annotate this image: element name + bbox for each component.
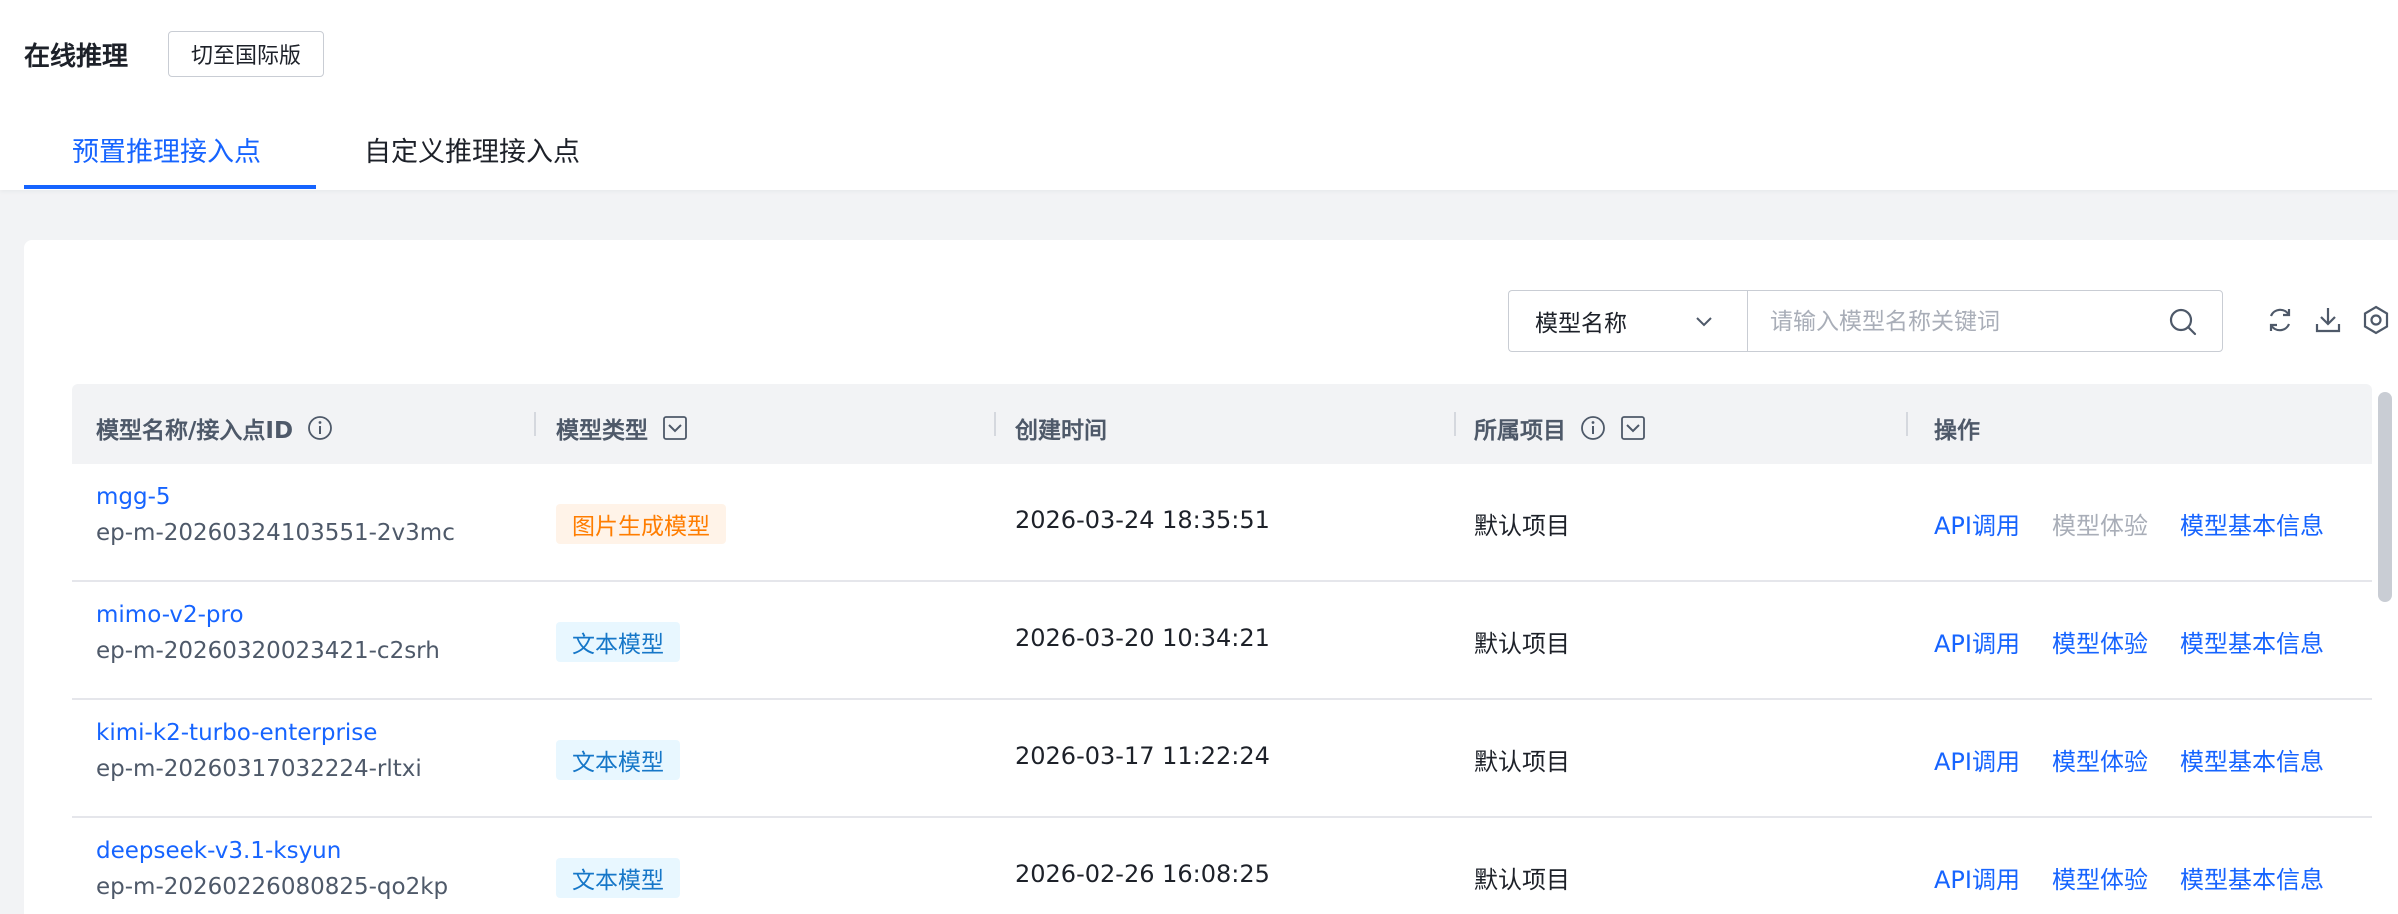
api-call-link[interactable]: API调用	[1934, 624, 2020, 659]
project-name: 默认项目	[1474, 748, 1570, 776]
info-icon[interactable]	[1580, 415, 1606, 441]
model-name-link[interactable]: mimo-v2-pro	[96, 602, 244, 628]
created-time: 2026-03-17 11:22:24	[1015, 742, 1270, 770]
table-header: 模型名称/接入点ID 模型类型 创建时间 所属项目 操作	[72, 384, 2372, 464]
page-header: 在线推理 切至国际版 预置推理接入点 自定义推理接入点	[0, 0, 2398, 190]
endpoint-id: ep-m-20260324103551-2v3mc	[96, 520, 455, 546]
api-call-link[interactable]: API调用	[1934, 860, 2020, 895]
column-divider	[1906, 412, 1908, 436]
column-header-label: 创建时间	[1015, 418, 1107, 444]
api-call-link[interactable]: API调用	[1934, 742, 2020, 777]
tab-custom-endpoints[interactable]: 自定义推理接入点	[364, 130, 580, 169]
model-try-link[interactable]: 模型体验	[2052, 624, 2148, 659]
model-name-link[interactable]: mgg-5	[96, 484, 171, 510]
created-time: 2026-02-26 16:08:25	[1015, 860, 1270, 888]
filter-icon[interactable]	[1620, 415, 1646, 441]
model-name-link[interactable]: kimi-k2-turbo-enterprise	[96, 720, 377, 746]
refresh-icon[interactable]	[2264, 304, 2296, 336]
column-header-label: 操作	[1934, 418, 1980, 444]
model-type-tag: 图片生成模型	[556, 504, 726, 544]
chevron-down-icon	[1696, 317, 1712, 327]
column-header-type: 模型类型	[556, 411, 688, 445]
model-try-link: 模型体验	[2052, 512, 2148, 540]
table-row: mgg-5 ep-m-20260324103551-2v3mc 图片生成模型 2…	[72, 464, 2372, 582]
api-call-link[interactable]: API调用	[1934, 506, 2020, 541]
filter-field-select[interactable]: 模型名称	[1508, 290, 1748, 352]
project-name: 默认项目	[1474, 866, 1570, 894]
model-info-link[interactable]: 模型基本信息	[2180, 506, 2324, 541]
page-title: 在线推理	[24, 42, 129, 72]
download-icon[interactable]	[2312, 304, 2344, 336]
model-info-link[interactable]: 模型基本信息	[2180, 624, 2324, 659]
filter-icon[interactable]	[662, 415, 688, 441]
active-tab-indicator	[24, 185, 316, 189]
endpoint-id: ep-m-20260317032224-rltxi	[96, 756, 422, 782]
table-scrollbar[interactable]	[2378, 392, 2392, 602]
project-name: 默认项目	[1474, 512, 1570, 540]
endpoint-id: ep-m-20260320023421-c2srh	[96, 638, 440, 664]
column-header-created: 创建时间	[1015, 411, 1107, 445]
endpoint-id: ep-m-20260226080825-qo2kp	[96, 874, 449, 900]
column-header-project: 所属项目	[1474, 411, 1646, 445]
switch-international-button[interactable]: 切至国际版	[168, 31, 324, 77]
project-name: 默认项目	[1474, 630, 1570, 658]
model-type-tag: 文本模型	[556, 740, 680, 780]
search-box	[1747, 290, 2223, 352]
model-name-link[interactable]: deepseek-v3.1-ksyun	[96, 838, 341, 864]
model-try-link[interactable]: 模型体验	[2052, 742, 2148, 777]
info-icon[interactable]	[307, 415, 333, 441]
table-row: deepseek-v3.1-ksyun ep-m-20260226080825-…	[72, 818, 2372, 914]
column-header-label: 模型类型	[556, 418, 648, 444]
column-divider	[1454, 412, 1456, 436]
created-time: 2026-03-20 10:34:21	[1015, 624, 1270, 652]
model-info-link[interactable]: 模型基本信息	[2180, 860, 2324, 895]
search-icon[interactable]	[2168, 307, 2198, 337]
column-divider	[994, 412, 996, 436]
tab-preset-endpoints[interactable]: 预置推理接入点	[72, 130, 261, 169]
search-input[interactable]	[1770, 303, 2150, 341]
table-row: mimo-v2-pro ep-m-20260320023421-c2srh 文本…	[72, 582, 2372, 700]
created-time: 2026-03-24 18:35:51	[1015, 506, 1270, 534]
filter-field-value: 模型名称	[1535, 311, 1627, 337]
column-divider	[534, 412, 536, 436]
column-header-label: 所属项目	[1474, 418, 1566, 444]
column-header-name: 模型名称/接入点ID	[96, 411, 333, 445]
model-type-tag: 文本模型	[556, 622, 680, 662]
settings-icon[interactable]	[2360, 304, 2392, 336]
table-row: kimi-k2-turbo-enterprise ep-m-2026031703…	[72, 700, 2372, 818]
model-info-link[interactable]: 模型基本信息	[2180, 742, 2324, 777]
column-header-label: 模型名称/接入点ID	[96, 418, 294, 444]
column-header-actions: 操作	[1934, 411, 1980, 445]
model-try-link[interactable]: 模型体验	[2052, 860, 2148, 895]
model-type-tag: 文本模型	[556, 858, 680, 898]
